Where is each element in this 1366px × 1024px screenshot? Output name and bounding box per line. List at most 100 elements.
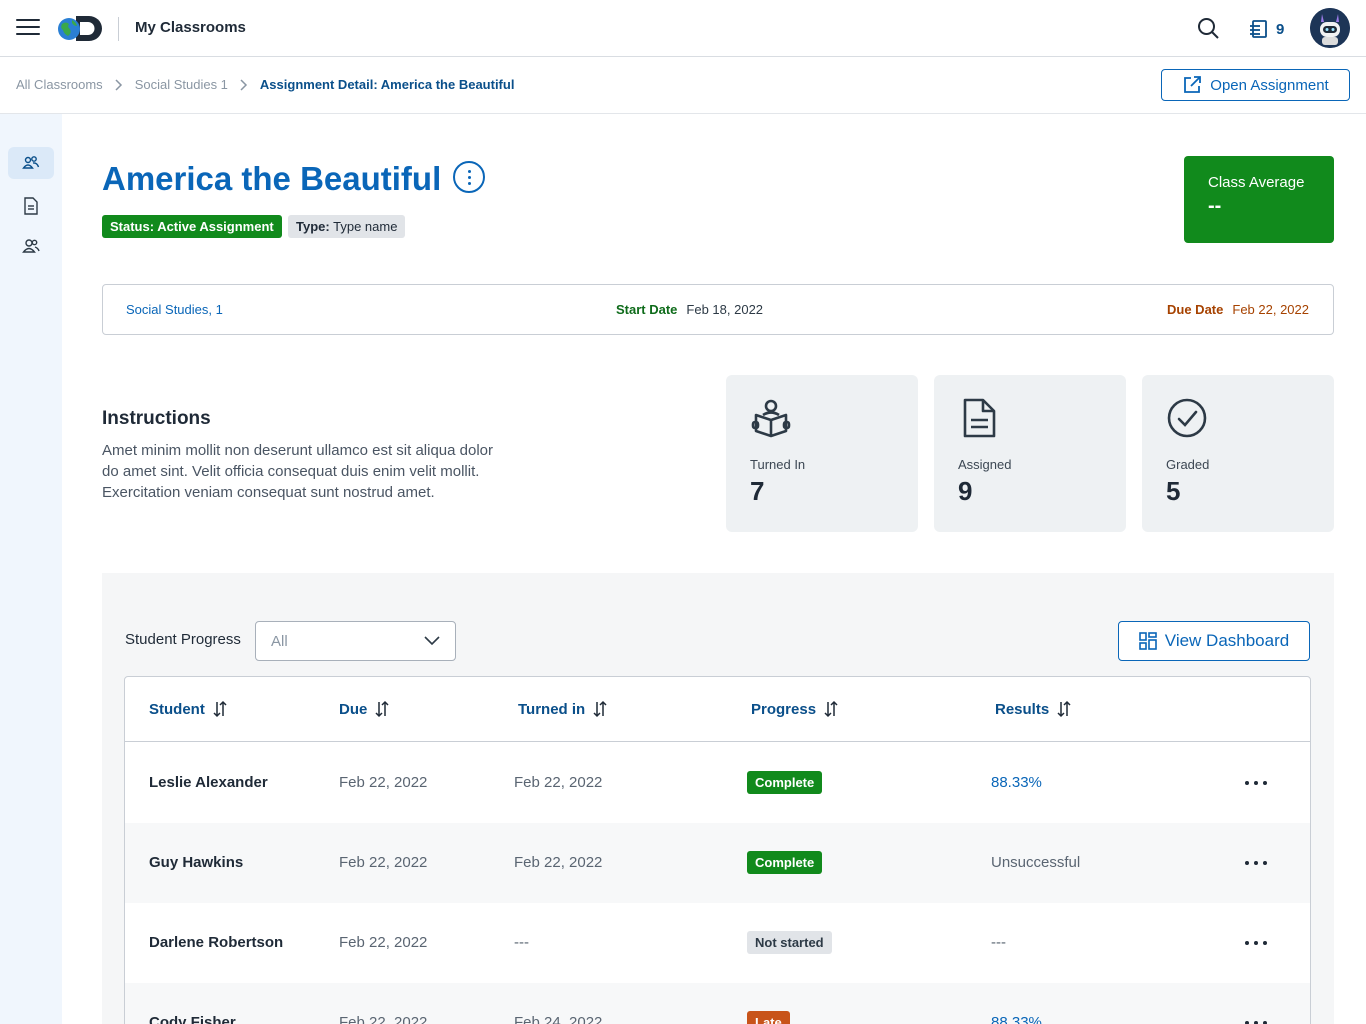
cell-turned-in: --- [514,934,529,951]
chevron-right-icon [115,78,122,91]
column-header-label: Progress [751,700,817,718]
breadcrumb-all-classrooms[interactable]: All Classrooms [16,77,103,92]
open-assignment-label: Open Assignment [1210,76,1329,94]
progress-filter-select[interactable]: All [255,621,456,661]
column-header-results[interactable]: Results [995,700,1071,718]
row-more-icon[interactable] [1245,775,1267,791]
stat-value: 7 [750,476,765,506]
stat-value: 5 [1166,476,1181,506]
sort-icon [1057,700,1071,718]
cell-due: Feb 22, 2022 [339,934,428,951]
cell-student: Leslie Alexander [149,774,268,791]
cell-due: Feb 22, 2022 [339,774,428,791]
stat-label: Assigned [958,457,1012,472]
type-badge: Type: Type name [288,215,406,238]
column-header-label: Due [339,700,368,718]
type-badge-label: Type: [296,219,330,234]
class-average-label: Class Average [1208,174,1305,191]
cell-due: Feb 22, 2022 [339,854,428,871]
student-progress-panel: Student Progress All View Dashboard Stud… [102,573,1334,1024]
check-circle-icon [1167,398,1207,438]
page-title: America the Beautiful [102,160,442,197]
rail-students[interactable] [8,230,54,262]
table-row[interactable]: Guy Hawkins Feb 22, 2022 Feb 22, 2022 Co… [125,823,1310,903]
rail-assignments[interactable] [8,190,54,222]
app-title: My Classrooms [135,19,246,36]
notification-list-icon [1250,20,1267,38]
class-average-value: -- [1208,195,1222,217]
cell-student: Guy Hawkins [149,854,244,871]
due-date-label: Due Date [1167,302,1224,317]
row-more-icon[interactable] [1245,855,1267,871]
table-header: Student Due Turned in Progress Results [125,677,1310,742]
stat-value: 9 [958,476,973,506]
sort-icon [824,700,838,718]
sort-icon [213,700,227,718]
type-badge-value: Type name [333,219,398,234]
stat-card-turned-in: Turned In 7 [726,375,918,532]
open-assignment-button[interactable]: Open Assignment [1161,69,1350,101]
column-header-label: Turned in [518,700,586,718]
progress-filter-value: All [271,632,288,650]
table-row[interactable]: Cody Fisher Feb 22, 2022 Feb 24, 2022 La… [125,983,1310,1024]
stat-label: Turned In [750,457,806,472]
cell-results-link[interactable]: 88.33% [991,774,1042,791]
robot-avatar-icon [1310,8,1350,48]
view-dashboard-button[interactable]: View Dashboard [1118,621,1310,661]
avatar[interactable] [1310,8,1350,48]
search-icon[interactable] [1196,16,1220,40]
start-date: Start Date Feb 18, 2022 [616,302,763,317]
users-icon [22,239,40,253]
class-average-card: Class Average -- [1184,156,1334,243]
column-header-label: Student [149,700,205,718]
progress-badge: Late [747,1011,790,1024]
cell-student: Cody Fisher [149,1014,236,1024]
row-more-icon[interactable] [1245,1015,1267,1024]
due-date: Due Date Feb 22, 2022 [1167,302,1309,317]
cell-results: Unsuccessful [991,854,1081,871]
stat-card-assigned: Assigned 9 [934,375,1126,532]
class-name-link[interactable]: Social Studies, 1 [126,302,223,317]
progress-badge: Complete [747,771,823,794]
stat-label: Graded [1166,457,1210,472]
column-header-progress[interactable]: Progress [751,700,838,718]
table-row[interactable]: Darlene Robertson Feb 22, 2022 --- Not s… [125,903,1310,983]
chevron-right-icon [240,78,247,91]
sort-icon [593,700,607,718]
rail-classrooms[interactable] [8,147,54,179]
column-header-due[interactable]: Due [339,700,389,718]
breadcrumb-social-studies[interactable]: Social Studies 1 [135,77,228,92]
breadcrumb-bar: All Classrooms Social Studies 1 Assignme… [0,57,1366,114]
breadcrumb: All Classrooms Social Studies 1 Assignme… [16,77,514,92]
discovery-logo[interactable] [56,13,102,44]
document-icon [963,398,996,438]
status-badge: Status: Active Assignment [102,215,282,238]
cell-turned-in: Feb 22, 2022 [514,854,603,871]
row-more-icon[interactable] [1245,935,1267,951]
cell-turned-in: Feb 22, 2022 [514,774,603,791]
cell-results: --- [991,934,1006,951]
notifications-button[interactable]: 9 [1248,17,1284,41]
cell-results-link[interactable]: 88.33% [991,1014,1042,1024]
student-progress-table: Student Due Turned in Progress Results L… [124,676,1311,1024]
cell-turned-in: Feb 24, 2022 [514,1014,603,1024]
assignment-info-strip: Social Studies, 1 Start Date Feb 18, 2022… [102,284,1334,335]
users-group-icon [22,156,40,169]
book-reader-icon [751,399,791,438]
document-icon [24,197,38,215]
table-row[interactable]: Leslie Alexander Feb 22, 2022 Feb 22, 20… [125,743,1310,823]
sort-icon [375,700,389,718]
instructions-title: Instructions [102,408,211,429]
due-date-value: Feb 22, 2022 [1232,302,1309,317]
chevron-down-icon [424,636,440,646]
progress-badge: Complete [747,851,823,874]
column-header-label: Results [995,700,1050,718]
column-header-student[interactable]: Student [149,700,227,718]
view-dashboard-label: View Dashboard [1164,631,1290,650]
column-header-turned-in[interactable]: Turned in [518,700,607,718]
more-options-icon[interactable] [453,161,485,193]
breadcrumb-current: Assignment Detail: America the Beautiful [259,77,515,92]
menu-icon[interactable] [16,19,40,37]
start-date-label: Start Date [616,302,678,317]
stat-card-graded: Graded 5 [1142,375,1334,532]
